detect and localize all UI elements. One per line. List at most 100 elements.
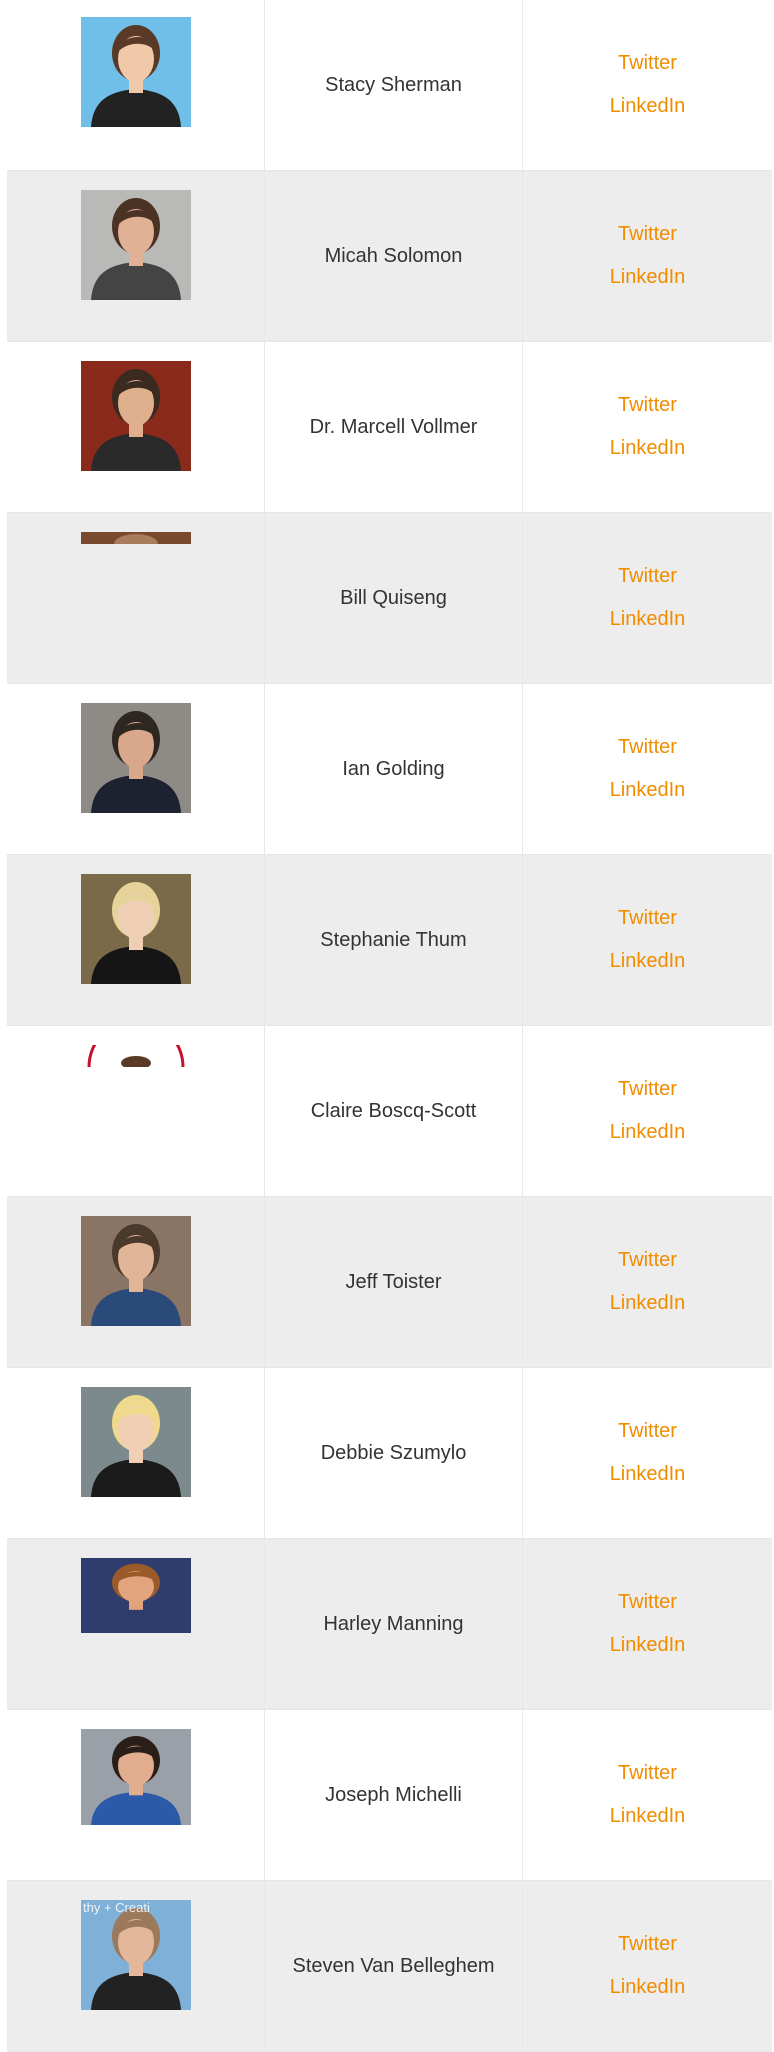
table-row: Joseph Michelli Twitter LinkedIn: [7, 1710, 772, 1881]
photo-cell: [7, 1539, 265, 1709]
photo-cell: [7, 1026, 265, 1196]
linkedin-link[interactable]: LinkedIn: [610, 1805, 686, 1828]
avatar: [81, 703, 191, 813]
photo-cell: [7, 1368, 265, 1538]
portrait-image: [81, 874, 191, 984]
photo-cell: [7, 0, 265, 170]
table-row: Jeff Toister Twitter LinkedIn: [7, 1197, 772, 1368]
links-cell: Twitter LinkedIn: [523, 513, 772, 683]
portrait-image: [81, 1729, 191, 1825]
twitter-link[interactable]: Twitter: [618, 1420, 677, 1443]
name-cell: Steven Van Belleghem: [265, 1881, 523, 2051]
person-name: Harley Manning: [323, 1612, 464, 1635]
avatar: [81, 532, 191, 544]
person-name: Ian Golding: [342, 757, 445, 780]
portrait-image: [81, 190, 191, 300]
person-name: Jeff Toister: [345, 1270, 442, 1293]
linkedin-link[interactable]: LinkedIn: [610, 1463, 686, 1486]
person-name: Debbie Szumylo: [320, 1441, 467, 1464]
name-cell: Ian Golding: [265, 684, 523, 854]
avatar: thy + Creati: [81, 1900, 191, 2010]
table-row: Micah Solomon Twitter LinkedIn: [7, 171, 772, 342]
table-row: Harley Manning Twitter LinkedIn: [7, 1539, 772, 1710]
speakers-table: Stacy Sherman Twitter LinkedIn Micah Solomo…: [7, 0, 772, 2052]
name-cell: Claire Boscq-Scott: [265, 1026, 523, 1196]
linkedin-link[interactable]: LinkedIn: [610, 1976, 686, 1999]
links-cell: Twitter LinkedIn: [523, 342, 772, 512]
portrait-image: [81, 1045, 191, 1067]
linkedin-link[interactable]: LinkedIn: [610, 608, 686, 631]
name-cell: Stacy Sherman: [265, 0, 523, 170]
name-cell: Joseph Michelli: [265, 1710, 523, 1880]
avatar: [81, 1729, 191, 1825]
person-name: Micah Solomon: [324, 244, 463, 267]
linkedin-link[interactable]: LinkedIn: [610, 779, 686, 802]
twitter-link[interactable]: Twitter: [618, 1249, 677, 1272]
linkedin-link[interactable]: LinkedIn: [610, 95, 686, 118]
person-name: Joseph Michelli: [325, 1783, 462, 1806]
links-cell: Twitter LinkedIn: [523, 1368, 772, 1538]
linkedin-link[interactable]: LinkedIn: [610, 950, 686, 973]
links-cell: Twitter LinkedIn: [523, 855, 772, 1025]
linkedin-link[interactable]: LinkedIn: [610, 1121, 686, 1144]
avatar: [81, 17, 191, 127]
photo-cell: [7, 684, 265, 854]
linkedin-link[interactable]: LinkedIn: [610, 437, 686, 460]
portrait-image: [81, 703, 191, 813]
twitter-link[interactable]: Twitter: [618, 1762, 677, 1785]
portrait-image: [81, 1558, 191, 1633]
links-cell: Twitter LinkedIn: [523, 0, 772, 170]
photo-cell: [7, 342, 265, 512]
name-cell: Harley Manning: [265, 1539, 523, 1709]
links-cell: Twitter LinkedIn: [523, 171, 772, 341]
twitter-link[interactable]: Twitter: [618, 52, 677, 75]
twitter-link[interactable]: Twitter: [618, 565, 677, 588]
links-cell: Twitter LinkedIn: [523, 684, 772, 854]
table-row: Stacy Sherman Twitter LinkedIn: [7, 0, 772, 171]
person-name: Stacy Sherman: [325, 73, 462, 96]
twitter-link[interactable]: Twitter: [618, 394, 677, 417]
avatar: [81, 1558, 191, 1633]
table-row: Stephanie Thum Twitter LinkedIn: [7, 855, 772, 1026]
avatar: [81, 1216, 191, 1326]
twitter-link[interactable]: Twitter: [618, 223, 677, 246]
photo-cell: [7, 513, 265, 683]
links-cell: Twitter LinkedIn: [523, 1881, 772, 2051]
photo-cell: [7, 855, 265, 1025]
links-cell: Twitter LinkedIn: [523, 1197, 772, 1367]
portrait-image: [81, 1387, 191, 1497]
twitter-link[interactable]: Twitter: [618, 1078, 677, 1101]
twitter-link[interactable]: Twitter: [618, 1591, 677, 1614]
person-name: Claire Boscq-Scott: [310, 1099, 477, 1122]
avatar: [81, 190, 191, 300]
avatar: [81, 874, 191, 984]
name-cell: Debbie Szumylo: [265, 1368, 523, 1538]
twitter-link[interactable]: Twitter: [618, 736, 677, 759]
portrait-image: [81, 532, 191, 544]
linkedin-link[interactable]: LinkedIn: [610, 266, 686, 289]
twitter-link[interactable]: Twitter: [618, 907, 677, 930]
portrait-image: [81, 1216, 191, 1326]
links-cell: Twitter LinkedIn: [523, 1026, 772, 1196]
person-name: Steven Van Belleghem: [292, 1954, 495, 1977]
photo-cell: [7, 171, 265, 341]
portrait-image: thy + Creati: [81, 1900, 191, 2010]
table-row: Ian Golding Twitter LinkedIn: [7, 684, 772, 855]
twitter-link[interactable]: Twitter: [618, 1933, 677, 1956]
linkedin-link[interactable]: LinkedIn: [610, 1292, 686, 1315]
photo-cell: [7, 1197, 265, 1367]
name-cell: Bill Quiseng: [265, 513, 523, 683]
table-row: Bill Quiseng Twitter LinkedIn: [7, 513, 772, 684]
table-row: Debbie Szumylo Twitter LinkedIn: [7, 1368, 772, 1539]
table-row: Dr. Marcell Vollmer Twitter LinkedIn: [7, 342, 772, 513]
table-row: Claire Boscq-Scott Twitter LinkedIn: [7, 1026, 772, 1197]
links-cell: Twitter LinkedIn: [523, 1710, 772, 1880]
photo-cell: thy + Creati: [7, 1881, 265, 2051]
name-cell: Micah Solomon: [265, 171, 523, 341]
avatar: [81, 361, 191, 471]
avatar: [81, 1045, 191, 1067]
portrait-image: [81, 361, 191, 471]
linkedin-link[interactable]: LinkedIn: [610, 1634, 686, 1657]
photo-backdrop-text: thy + Creati: [83, 1900, 150, 1915]
name-cell: Stephanie Thum: [265, 855, 523, 1025]
